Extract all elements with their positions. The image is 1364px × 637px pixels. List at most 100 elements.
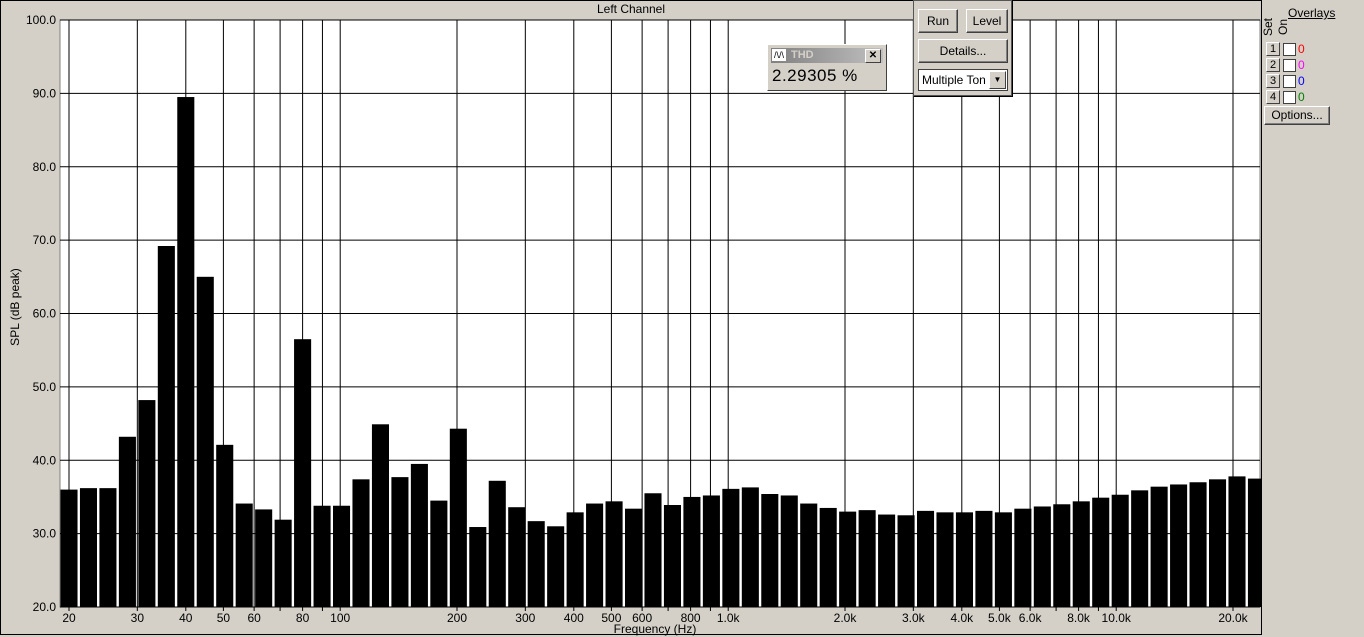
x-tick-label: 5.0k <box>988 611 1012 625</box>
overlay-set-button[interactable]: 1 <box>1266 42 1280 56</box>
overlay-on-checkbox[interactable] <box>1283 75 1296 88</box>
bar-718hz <box>663 505 681 607</box>
bar-57hz <box>235 503 253 607</box>
bar-640hz <box>644 493 662 607</box>
thd-window[interactable]: /\/\ THD ✕ 2.29305 % <box>767 44 887 91</box>
x-axis-label: Frequency (Hz) <box>613 622 697 636</box>
bar-127hz <box>371 424 389 607</box>
y-tick-label: 90.0 <box>33 86 57 100</box>
bar-180hz <box>430 500 448 607</box>
overlay-on-checkbox[interactable] <box>1283 43 1296 56</box>
signal-type-value: Multiple Ton <box>922 73 986 87</box>
options-button[interactable]: Options... <box>1264 106 1330 125</box>
x-tick-label: 100 <box>330 611 350 625</box>
bar-2874hz <box>897 515 915 607</box>
bar-32hz <box>138 400 156 607</box>
bar-3620hz <box>936 512 954 607</box>
bar-254hz <box>488 480 506 607</box>
overlay-set-button[interactable]: 3 <box>1266 74 1280 88</box>
bar-90hz <box>313 505 331 607</box>
x-tick-label: 40 <box>179 611 193 625</box>
overlays-title[interactable]: Overlays <box>1288 6 1335 20</box>
bar-570hz <box>624 508 643 607</box>
y-tick-label: 40.0 <box>33 453 57 467</box>
bar-10240hz <box>1111 494 1129 607</box>
bar-1016hz <box>722 488 740 607</box>
bar-453hz <box>586 503 604 607</box>
bar-28hz <box>118 436 136 607</box>
bar-50hz <box>216 444 234 607</box>
bar-4561hz <box>975 510 993 607</box>
bar-160hz <box>410 463 428 607</box>
bar-63hz <box>255 509 273 607</box>
chevron-down-icon[interactable]: ▼ <box>989 71 1006 89</box>
overlay-on-checkbox[interactable] <box>1283 91 1296 104</box>
bar-71hz <box>274 519 292 607</box>
bar-101hz <box>332 505 351 607</box>
bar-36hz <box>157 245 175 607</box>
y-tick-label: 60.0 <box>33 307 57 321</box>
bar-202hz <box>449 428 467 607</box>
details-button[interactable]: Details... <box>918 39 1008 63</box>
bar-12902hz <box>1150 486 1168 607</box>
y-tick-label: 80.0 <box>33 160 57 174</box>
x-tick-label: 20 <box>62 611 76 625</box>
x-tick-label: 6.0k <box>1019 611 1043 625</box>
thd-title: THD <box>791 49 814 61</box>
x-tick-label: 1.0k <box>717 611 741 625</box>
bar-80hz <box>294 339 312 607</box>
x-tick-label: 20.0k <box>1218 611 1248 625</box>
bar-11494hz <box>1131 490 1149 607</box>
waveform-icon: /\/\ <box>772 49 786 61</box>
bar-8127hz <box>1072 501 1090 607</box>
overlay-set-button[interactable]: 2 <box>1266 58 1280 72</box>
y-tick-label: 20.0 <box>33 600 57 614</box>
overlay-set-button[interactable]: 4 <box>1266 90 1280 104</box>
x-tick-label: 8.0k <box>1067 611 1091 625</box>
bar-113hz <box>352 479 370 607</box>
bar-3225hz <box>916 510 935 607</box>
y-tick-label: 70.0 <box>33 233 57 247</box>
on-header: On <box>1276 18 1291 36</box>
thd-titlebar[interactable]: /\/\ THD ✕ <box>771 48 883 63</box>
bar-45hz <box>196 276 214 607</box>
control-panel: Run Level Details... Multiple Ton ▼ <box>913 0 1012 96</box>
x-tick-label: 3.0k <box>902 611 926 625</box>
bar-6451hz <box>1033 506 1051 607</box>
overlay-count: 0 <box>1298 74 1305 88</box>
thd-value: 2.29305 % <box>772 66 858 85</box>
bar-285hz <box>508 507 526 607</box>
bar-359hz <box>547 526 565 607</box>
x-tick-label: 80 <box>296 611 310 625</box>
y-tick-label: 30.0 <box>33 527 57 541</box>
x-tick-label: 300 <box>515 611 535 625</box>
x-tick-label: 50 <box>217 611 231 625</box>
bar-320hz <box>527 521 545 607</box>
bar-16255hz <box>1189 482 1207 607</box>
bar-22988hz <box>1247 478 1262 607</box>
bar-508hz <box>605 501 623 607</box>
close-icon[interactable]: ✕ <box>865 49 881 63</box>
bar-2281hz <box>858 510 876 607</box>
signal-type-select[interactable]: Multiple Ton ▼ <box>918 69 1008 91</box>
overlay-count: 0 <box>1298 58 1305 72</box>
x-tick-label: 60 <box>247 611 261 625</box>
run-button[interactable]: Run <box>918 9 958 33</box>
bar-403hz <box>566 512 584 607</box>
level-button[interactable]: Level <box>966 9 1008 33</box>
bar-5120hz <box>994 512 1012 607</box>
bar-226hz <box>469 527 487 607</box>
y-tick-label: 50.0 <box>33 380 57 394</box>
set-header: Set <box>1261 17 1276 37</box>
bar-806hz <box>683 496 701 607</box>
bar-1810hz <box>819 507 837 607</box>
chart-title: Left Channel <box>596 2 666 16</box>
x-tick-label: 30 <box>131 611 145 625</box>
bar-20hz <box>60 489 78 607</box>
bar-2032hz <box>839 511 857 607</box>
y-axis-label: SPL (dB peak) <box>8 268 22 346</box>
x-tick-label: 400 <box>564 611 584 625</box>
overlay-on-checkbox[interactable] <box>1283 59 1296 72</box>
bar-1437hz <box>780 495 798 607</box>
bar-22hz <box>79 488 97 607</box>
